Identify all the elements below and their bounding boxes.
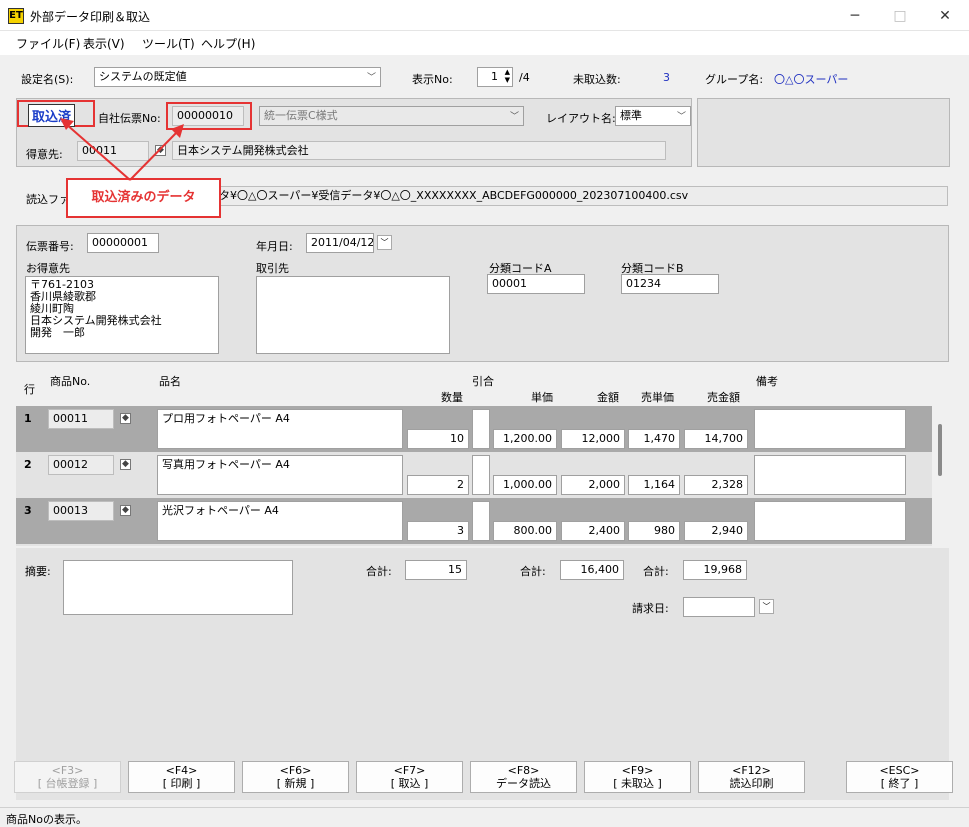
date-label: 年月日:	[256, 240, 293, 253]
date-picker-icon[interactable]: ﹀	[377, 235, 392, 250]
row-code-field[interactable]: 00013	[48, 501, 114, 521]
lookup-icon[interactable]: ◆	[120, 505, 131, 516]
arrow-to-slip	[129, 130, 179, 181]
fkey-caption: [ 終了 ]	[880, 777, 919, 790]
row-remarks-field[interactable]	[754, 409, 906, 449]
row-number: 1	[24, 412, 32, 425]
row-sell-price-field[interactable]: 980	[628, 521, 680, 541]
row-sell-amount-field[interactable]: 2,940	[684, 521, 748, 541]
f3-ledger-button[interactable]: <F3>[ 台帳登録 ]	[14, 761, 121, 793]
lookup-icon[interactable]: ◆	[120, 413, 131, 424]
fkey-label: <F3>	[51, 764, 84, 777]
customer-address-textarea[interactable]: 〒761-2103 香川県綾歌郡 綾川町陶 日本システム開発株式会社 開発 一郎	[25, 276, 219, 354]
slip-number-label: 伝票番号:	[26, 240, 74, 253]
customer-addr-label: お得意先	[26, 262, 70, 275]
date-picker-icon[interactable]: ﹀	[759, 599, 774, 614]
row-remarks-field[interactable]	[754, 455, 906, 495]
col-code: 商品No.	[50, 375, 91, 388]
row-number: 2	[24, 458, 32, 471]
fkey-caption: 読込印刷	[729, 777, 774, 790]
row-name-field[interactable]: プロ用フォトペーパー A4	[157, 409, 403, 449]
row-unit-price-field[interactable]: 1,200.00	[493, 429, 557, 449]
row-hikiai-field[interactable]	[472, 501, 490, 541]
col-sell-price: 売単価	[641, 391, 674, 404]
row-code-field[interactable]: 00012	[48, 455, 114, 475]
qty-total-field: 15	[405, 560, 467, 580]
col-unit-price: 単価	[531, 391, 553, 404]
row-sell-price-field[interactable]: 1,164	[628, 475, 680, 495]
col-qty: 数量	[441, 391, 463, 404]
fkey-label: <F8>	[507, 764, 540, 777]
slip-number-field[interactable]: 00000001	[87, 233, 159, 253]
qty-total-label: 合計:	[366, 565, 392, 578]
amount-total-label: 合計:	[520, 565, 546, 578]
f7-import-button[interactable]: <F7>[ 取込 ]	[356, 761, 463, 793]
supplier-label: 取引先	[256, 262, 289, 275]
fkey-label: <F12>	[732, 764, 771, 777]
f9-unimported-button[interactable]: <F9>[ 未取込 ]	[584, 761, 691, 793]
row-code-field[interactable]: 00011	[48, 409, 114, 429]
arrow-to-badge	[65, 123, 131, 181]
row-hikiai-field[interactable]	[472, 409, 490, 449]
code-a-field[interactable]: 00001	[487, 274, 585, 294]
row-remarks-field[interactable]	[754, 501, 906, 541]
f8-read-data-button[interactable]: <F8> データ読込	[470, 761, 577, 793]
col-remarks: 備考	[756, 375, 778, 388]
table-row: 1 00011 ◆ プロ用フォトペーパー A4 10 1,200.00 12,0…	[16, 406, 932, 452]
memo-label: 摘要:	[25, 565, 51, 578]
row-qty-field[interactable]: 3	[407, 521, 469, 541]
billing-date-field[interactable]	[683, 597, 755, 617]
row-qty-field[interactable]: 10	[407, 429, 469, 449]
col-amount: 金額	[597, 391, 619, 404]
status-bar: 商品Noの表示。	[0, 807, 969, 827]
code-b-field[interactable]: 01234	[621, 274, 719, 294]
row-name-field[interactable]: 光沢フォトペーパー A4	[157, 501, 403, 541]
fkey-label: <ESC>	[879, 764, 920, 777]
memo-textarea[interactable]	[63, 560, 293, 615]
f12-read-print-button[interactable]: <F12> 読込印刷	[698, 761, 805, 793]
fkey-caption: データ読込	[496, 777, 551, 790]
row-amount-field[interactable]: 12,000	[561, 429, 625, 449]
fkey-caption: [ 印刷 ]	[162, 777, 201, 790]
row-amount-field[interactable]: 2,400	[561, 521, 625, 541]
fkey-caption: [ 新規 ]	[276, 777, 315, 790]
row-unit-price-field[interactable]: 1,000.00	[493, 475, 557, 495]
row-sell-amount-field[interactable]: 2,328	[684, 475, 748, 495]
sell-total-label: 合計:	[643, 565, 669, 578]
supplier-textarea[interactable]	[256, 276, 450, 354]
billing-date-label: 請求日:	[632, 602, 669, 615]
fkey-caption: [ 台帳登録 ]	[37, 777, 98, 790]
amount-total-field: 16,400	[560, 560, 624, 580]
row-amount-field[interactable]: 2,000	[561, 475, 625, 495]
col-sell-amount: 売金額	[707, 391, 740, 404]
row-qty-field[interactable]: 2	[407, 475, 469, 495]
fkey-caption: [ 取込 ]	[390, 777, 429, 790]
esc-exit-button[interactable]: <ESC>[ 終了 ]	[846, 761, 953, 793]
scrollbar-thumb[interactable]	[938, 424, 942, 476]
fkey-caption: [ 未取込 ]	[613, 777, 662, 790]
date-field[interactable]: 2011/04/12	[306, 233, 374, 253]
fkey-label: <F7>	[393, 764, 426, 777]
row-number: 3	[24, 504, 32, 517]
fkey-label: <F4>	[165, 764, 198, 777]
col-name: 品名	[159, 375, 181, 388]
row-unit-price-field[interactable]: 800.00	[493, 521, 557, 541]
table-row: 2 00012 ◆ 写真用フォトペーパー A4 2 1,000.00 2,000…	[16, 452, 932, 498]
row-sell-amount-field[interactable]: 14,700	[684, 429, 748, 449]
fkey-label: <F9>	[621, 764, 654, 777]
table-row: 3 00013 ◆ 光沢フォトペーパー A4 3 800.00 2,400 98…	[16, 498, 932, 544]
lookup-icon[interactable]: ◆	[120, 459, 131, 470]
row-hikiai-field[interactable]	[472, 455, 490, 495]
sell-total-field: 19,968	[683, 560, 747, 580]
col-row: 行	[24, 383, 35, 396]
f6-new-button[interactable]: <F6>[ 新規 ]	[242, 761, 349, 793]
fkey-label: <F6>	[279, 764, 312, 777]
row-sell-price-field[interactable]: 1,470	[628, 429, 680, 449]
row-name-field[interactable]: 写真用フォトペーパー A4	[157, 455, 403, 495]
f4-print-button[interactable]: <F4>[ 印刷 ]	[128, 761, 235, 793]
col-hikiai: 引合	[472, 375, 494, 388]
